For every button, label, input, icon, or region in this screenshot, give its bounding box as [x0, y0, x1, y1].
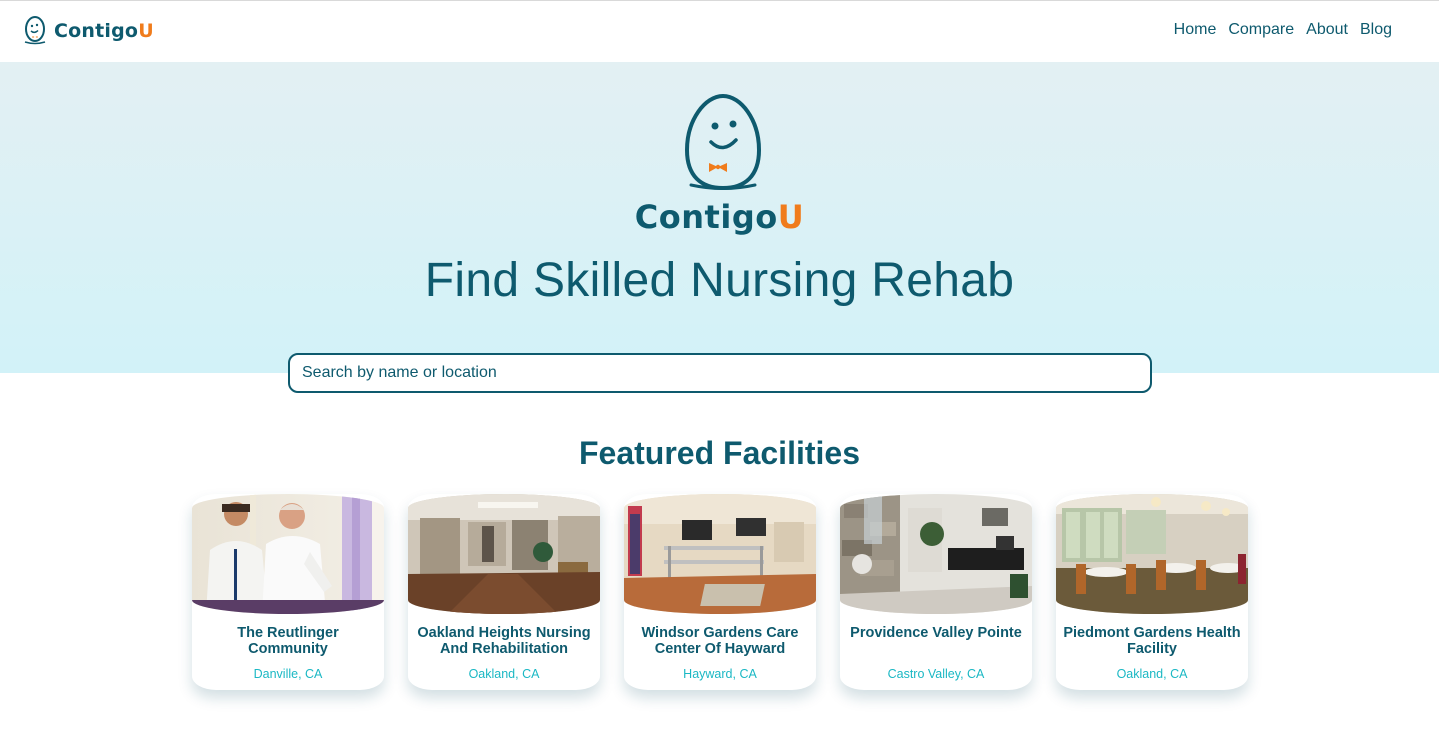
facility-name: Oakland Heights Nursing And Rehabilitati… — [417, 625, 591, 657]
egg-mascot-logo-icon — [684, 93, 762, 191]
nav-compare-link[interactable]: Compare — [1228, 21, 1294, 39]
top-navbar: ContigoU Home Compare About Blog — [0, 0, 1439, 62]
facility-photo — [624, 494, 816, 614]
egg-mascot-icon — [24, 16, 46, 45]
page-title: Find Skilled Nursing Rehab — [424, 254, 1015, 307]
hero-section: ContigoU Find Skilled Nursing Rehab — [0, 62, 1439, 373]
facility-name: The Reutlinger Community — [237, 625, 339, 657]
facility-location: Castro Valley, CA — [887, 667, 985, 681]
facility-name: Providence Valley Pointe — [850, 625, 1022, 641]
facility-location: Oakland, CA — [1116, 667, 1188, 681]
facility-card[interactable]: Piedmont Gardens Health Facility Oakland… — [1056, 494, 1248, 690]
facility-photo — [840, 494, 1032, 614]
facility-name: Windsor Gardens Care Center Of Hayward — [641, 625, 799, 657]
nav-about-link[interactable]: About — [1306, 21, 1348, 39]
facility-card[interactable]: Windsor Gardens Care Center Of Hayward H… — [624, 494, 816, 690]
brand-name: ContigoU — [54, 20, 154, 42]
featured-facilities-heading: Featured Facilities — [579, 435, 860, 471]
hero-brand-name: ContigoU — [634, 198, 805, 236]
facility-name: Piedmont Gardens Health Facility — [1063, 625, 1241, 657]
facility-card[interactable]: Providence Valley Pointe Castro Valley, … — [840, 494, 1032, 690]
facility-location: Hayward, CA — [683, 667, 757, 681]
facility-card[interactable]: Oakland Heights Nursing And Rehabilitati… — [408, 494, 600, 690]
facility-card[interactable]: The Reutlinger Community Danville, CA — [192, 494, 384, 690]
facility-photo — [192, 494, 384, 614]
main-nav: Home Compare About Blog — [1174, 21, 1392, 39]
brand-logo-link[interactable]: ContigoU — [22, 13, 154, 49]
facility-location: Danville, CA — [253, 667, 323, 681]
nav-home-link[interactable]: Home — [1174, 21, 1217, 39]
search-input[interactable] — [288, 353, 1152, 393]
facility-location: Oakland, CA — [468, 667, 540, 681]
facility-photo — [408, 494, 600, 614]
facility-photo — [1056, 494, 1248, 614]
nav-blog-link[interactable]: Blog — [1360, 21, 1392, 39]
featured-facilities-list: The Reutlinger Community Danville, CA Oa… — [192, 494, 1248, 690]
